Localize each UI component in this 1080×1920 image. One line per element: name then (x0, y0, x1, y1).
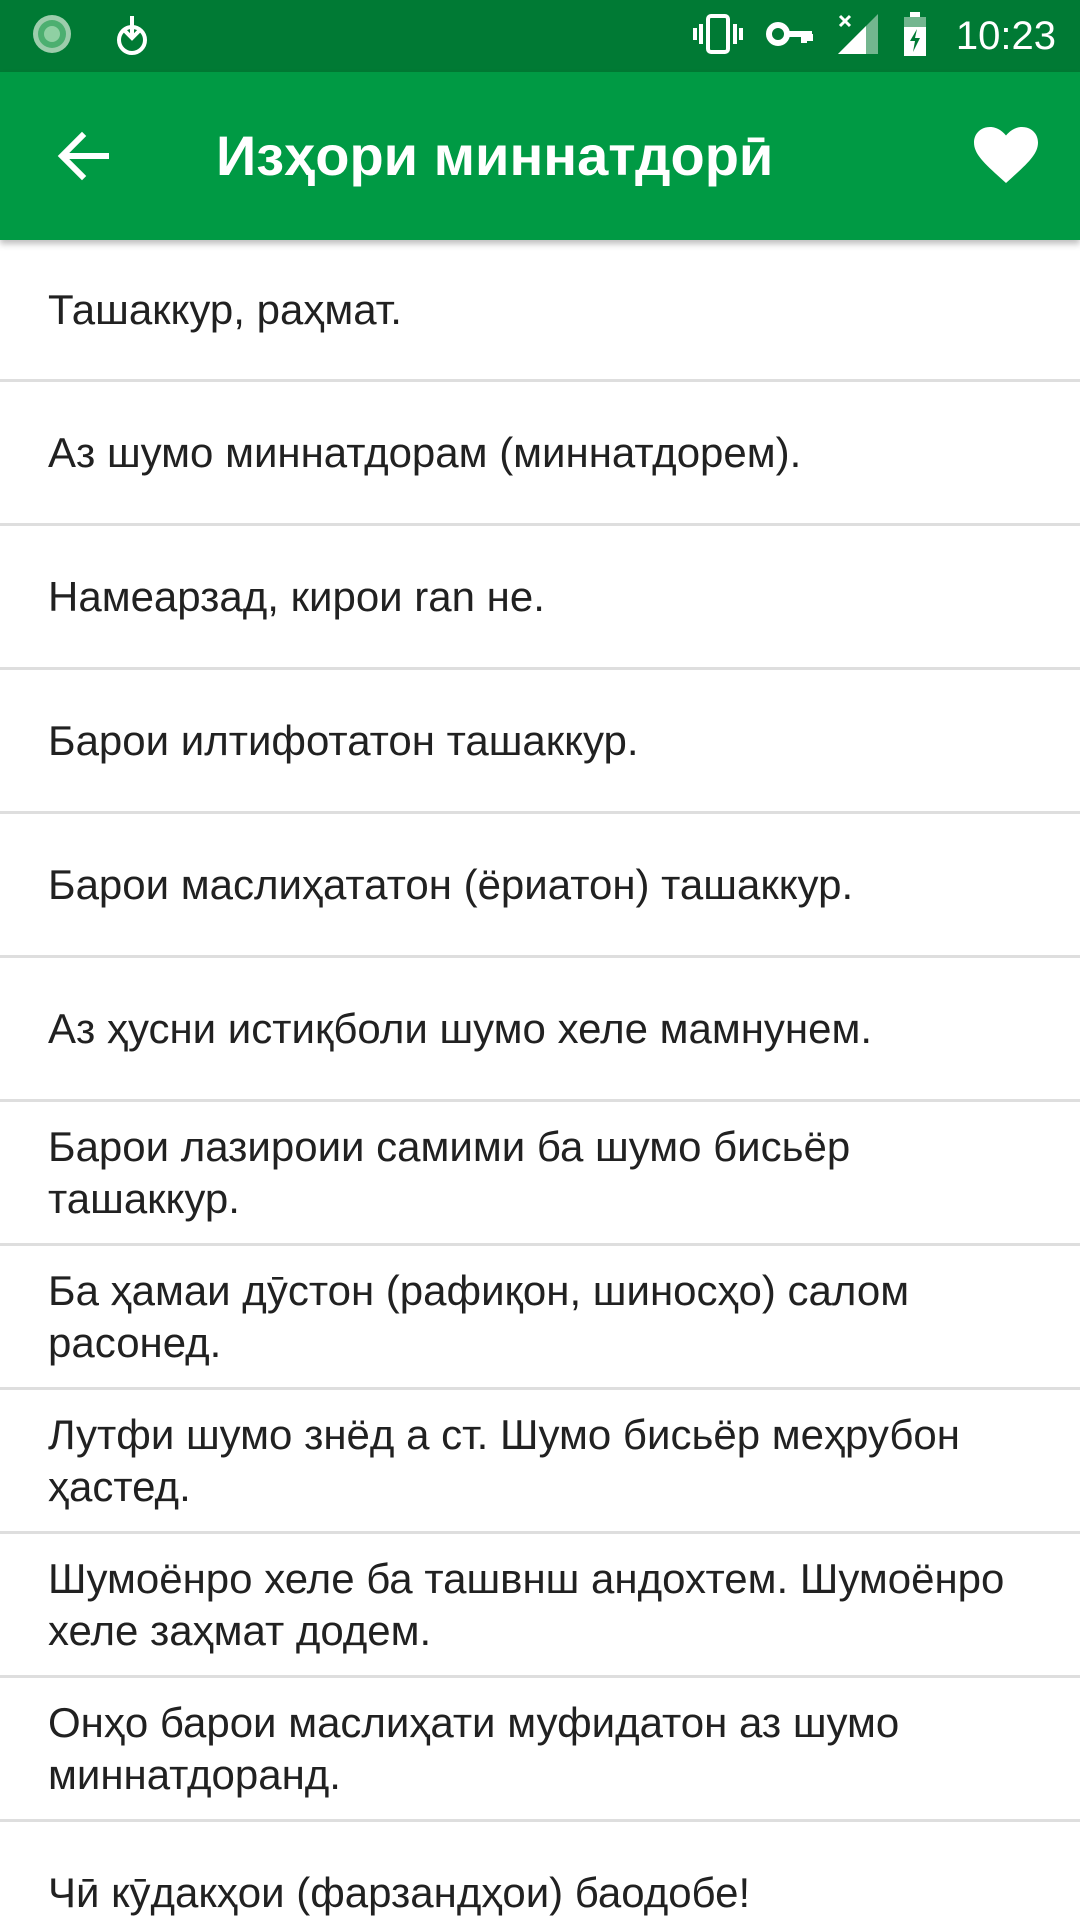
list-item[interactable]: Аз шумо миннатдорам (миннатдорем). (0, 382, 1080, 526)
list-item[interactable]: Ташаккур, раҳмат. (0, 240, 1080, 382)
back-button[interactable] (40, 112, 128, 200)
page-title: Изҳори миннатдорӣ (216, 124, 774, 187)
phrase-text: Ба ҳамаи дӯстон (рафиқон, шиносҳо) салом… (48, 1266, 910, 1366)
phrase-text: Шумоёнро хеле ба ташвнш андохтем. Шумоён… (48, 1554, 1005, 1654)
download-notification-icon (112, 12, 152, 61)
status-bar: 10:23 (0, 0, 1080, 72)
favorite-button[interactable] (962, 112, 1050, 200)
vpn-key-icon (765, 12, 814, 61)
list-item[interactable]: Шумоёнро хеле ба ташвнш андохтем. Шумоён… (0, 1534, 1080, 1678)
phrase-text: Ташаккур, раҳмат. (48, 285, 402, 333)
app-notification-icon (30, 12, 74, 61)
list-item[interactable]: Барои маслиҳататон (ёриатон) ташаккур. (0, 814, 1080, 958)
list-item[interactable]: Барои илтифотатон ташаккур. (0, 670, 1080, 814)
system-icons: 10:23 (692, 0, 1056, 72)
phrase-text: Барои лазироии самими ба шумо бисьёр таш… (48, 1122, 851, 1222)
battery-charging-icon (902, 11, 928, 62)
phrase-list: Ташаккур, раҳмат. Аз шумо миннатдорам (м… (0, 240, 1080, 1920)
list-item[interactable]: Барои лазироии самими ба шумо бисьёр таш… (0, 1102, 1080, 1246)
phrase-text: Барои илтифотатон ташаккур. (48, 716, 639, 764)
notification-icons (30, 14, 152, 58)
phrase-text: Аз шумо миннатдорам (миннатдорем). (48, 428, 802, 476)
phrase-text: Онҳо барои маслиҳати муфидатон аз шумо м… (48, 1698, 900, 1798)
list-item[interactable]: Аз ҳусни истиқболи шумо хеле мамнунем. (0, 958, 1080, 1102)
list-item[interactable]: Ба ҳамаи дӯстон (рафиқон, шиносҳо) салом… (0, 1246, 1080, 1390)
phrase-text: Аз ҳусни истиқболи шумо хеле мамнунем. (48, 1004, 873, 1052)
arrow-left-icon (57, 131, 109, 181)
list-item[interactable]: Онҳо барои маслиҳати муфидатон аз шумо м… (0, 1678, 1080, 1822)
phrase-text: Барои маслиҳататон (ёриатон) ташаккур. (48, 860, 854, 908)
signal-no-data-icon (836, 12, 880, 61)
status-time: 10:23 (955, 13, 1056, 58)
phrase-text: Чӣ кӯдакҳои (фарзандҳои) баодобе! (48, 1868, 751, 1916)
list-item[interactable]: Чӣ кӯдакҳои (фарзандҳои) баодобе! (0, 1822, 1080, 1920)
phrase-text: Намеарзад, кирои ran не. (48, 572, 545, 620)
vibrate-icon (692, 12, 744, 61)
app-bar: Изҳори миннатдорӣ (0, 72, 1080, 240)
heart-icon (974, 127, 1038, 183)
list-item[interactable]: Намеарзад, кирои ran не. (0, 526, 1080, 670)
phrase-text: Лутфи шумо знёд а ст. Шумо бисьёр меҳруб… (48, 1410, 960, 1510)
list-item[interactable]: Лутфи шумо знёд а ст. Шумо бисьёр меҳруб… (0, 1390, 1080, 1534)
